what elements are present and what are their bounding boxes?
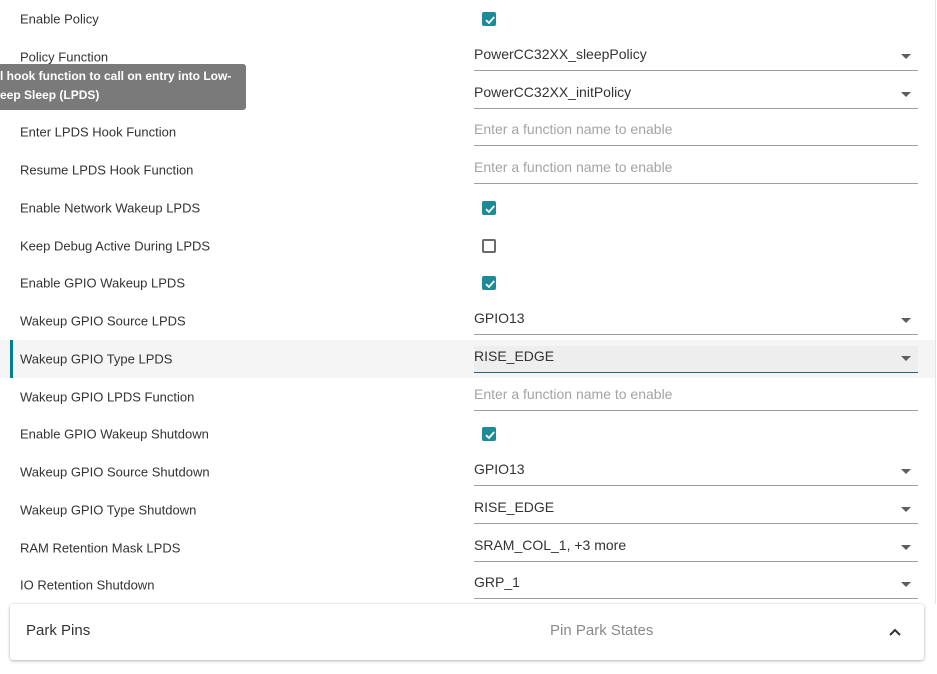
field-value: GPIO13 — [474, 461, 525, 477]
select-field[interactable]: RISE_EDGE — [474, 345, 918, 373]
tooltip: l hook function to call on entry into Lo… — [0, 64, 246, 110]
setting-label: Wakeup GPIO Source Shutdown — [20, 464, 210, 480]
dropdown-caret-icon[interactable] — [901, 544, 911, 550]
park-pins-panel[interactable]: Park Pins Pin Park States — [10, 604, 924, 660]
dropdown-caret-icon[interactable] — [901, 469, 911, 474]
select-field[interactable]: SRAM_COL_1, +3 more — [474, 535, 918, 562]
field-value: PowerCC32XX_sleepPolicy — [474, 45, 647, 62]
setting-label: Keep Debug Active During LPDS — [20, 238, 211, 253]
field-value: RISE_EDGE — [474, 498, 555, 515]
setting-label: Enable GPIO Wakeup LPDS — [20, 275, 185, 291]
checkbox-checked[interactable] — [482, 200, 496, 215]
function-name-input[interactable]: Enter a function name to enable — [474, 157, 918, 184]
tooltip-line-2: eep Sleep (LPDS) — [0, 88, 100, 102]
setting-row-keep-debug-active-during-lpds: Keep Debug Active During LPDS — [0, 227, 935, 265]
input-placeholder: Enter a function name to enable — [474, 385, 673, 402]
input-placeholder: Enter a function name to enable — [474, 159, 673, 175]
setting-label: Wakeup GPIO Type Shutdown — [20, 502, 197, 518]
setting-row-enter-lpds-hook-function: Enter LPDS Hook Function Enter a function… — [0, 113, 935, 151]
checkbox-unchecked[interactable] — [482, 238, 496, 253]
checkmark-icon — [485, 280, 495, 289]
setting-row-wakeup-gpio-source-shutdown: Wakeup GPIO Source Shutdown GPIO13 — [0, 453, 935, 491]
field-value: PowerCC32XX_initPolicy — [474, 83, 632, 100]
setting-row-enable-gpio-wakeup-shutdown: Enable GPIO Wakeup Shutdown — [0, 415, 935, 453]
function-name-input[interactable]: Enter a function name to enable — [474, 384, 918, 411]
setting-row-ram-retention-mask-lpds: RAM Retention Mask LPDS SRAM_COL_1, +3 mo… — [0, 529, 935, 567]
dropdown-caret-icon[interactable] — [901, 582, 911, 588]
setting-label: Resume LPDS Hook Function — [20, 162, 194, 178]
checkbox-checked[interactable] — [482, 12, 496, 26]
setting-row-io-retention-shutdown: IO Retention Shutdown GRP_1 — [0, 566, 935, 604]
checkbox-checked[interactable] — [482, 427, 496, 442]
select-field[interactable]: GRP_1 — [474, 572, 918, 600]
input-placeholder: Enter a function name to enable — [474, 121, 673, 138]
park-pins-title: Park Pins — [26, 622, 91, 639]
field-value: GPIO13 — [474, 310, 525, 326]
setting-row-wakeup-gpio-type-lpds: Wakeup GPIO Type LPDS RISE_EDGE — [0, 339, 935, 378]
setting-label: Policy Function — [20, 49, 109, 65]
park-pins-subtitle: Pin Park States — [550, 622, 654, 639]
setting-row-enable-gpio-wakeup-lpds: Enable GPIO Wakeup LPDS — [0, 264, 935, 302]
chevron-up-icon[interactable] — [888, 624, 902, 642]
field-value: SRAM_COL_1, +3 more — [474, 536, 627, 553]
checkmark-icon — [485, 205, 495, 214]
select-field[interactable]: GPIO13 — [474, 308, 918, 335]
dropdown-caret-icon[interactable] — [901, 91, 911, 97]
setting-row-wakeup-gpio-source-lpds: Wakeup GPIO Source LPDS GPIO13 — [0, 302, 935, 340]
setting-row-enable-policy: Enable Policy — [0, 0, 935, 38]
setting-row-wakeup-gpio-lpds-function: Wakeup GPIO LPDS Function Enter a functio… — [0, 378, 935, 416]
field-value: RISE_EDGE — [474, 347, 555, 364]
select-field[interactable]: PowerCC32XX_initPolicy — [474, 82, 918, 109]
dropdown-caret-icon[interactable] — [901, 355, 911, 361]
setting-label: Enable GPIO Wakeup Shutdown — [20, 426, 209, 442]
setting-row-resume-lpds-hook-function: Resume LPDS Hook Function Enter a functio… — [0, 151, 935, 189]
function-name-input[interactable]: Enter a function name to enable — [474, 119, 918, 147]
setting-label: Enable Network Wakeup LPDS — [20, 200, 201, 216]
checkmark-icon — [485, 16, 495, 25]
dropdown-caret-icon[interactable] — [901, 506, 911, 512]
setting-label: Wakeup GPIO Type LPDS — [20, 351, 173, 367]
checkmark-icon — [485, 431, 495, 440]
setting-label: Enter LPDS Hook Function — [20, 124, 177, 140]
checkbox-checked[interactable] — [482, 276, 496, 291]
select-field[interactable]: PowerCC32XX_sleepPolicy — [474, 44, 918, 71]
setting-label: RAM Retention Mask LPDS — [20, 540, 181, 555]
panel-right-border — [935, 0, 936, 604]
select-field[interactable]: RISE_EDGE — [474, 497, 918, 524]
setting-row-wakeup-gpio-type-shutdown: Wakeup GPIO Type Shutdown RISE_EDGE — [0, 491, 935, 529]
setting-label: Enable Policy — [20, 11, 99, 27]
setting-label: IO Retention Shutdown — [20, 577, 155, 593]
setting-row-enable-network-wakeup-lpds: Enable Network Wakeup LPDS — [0, 189, 935, 227]
setting-label: Wakeup GPIO Source LPDS — [20, 313, 186, 329]
select-field[interactable]: GPIO13 — [474, 459, 918, 486]
tooltip-line-1: l hook function to call on entry into Lo… — [0, 69, 232, 83]
dropdown-caret-icon[interactable] — [901, 53, 911, 59]
dropdown-caret-icon[interactable] — [901, 318, 911, 323]
setting-label: Wakeup GPIO LPDS Function — [20, 389, 195, 404]
field-value: GRP_1 — [474, 574, 520, 591]
